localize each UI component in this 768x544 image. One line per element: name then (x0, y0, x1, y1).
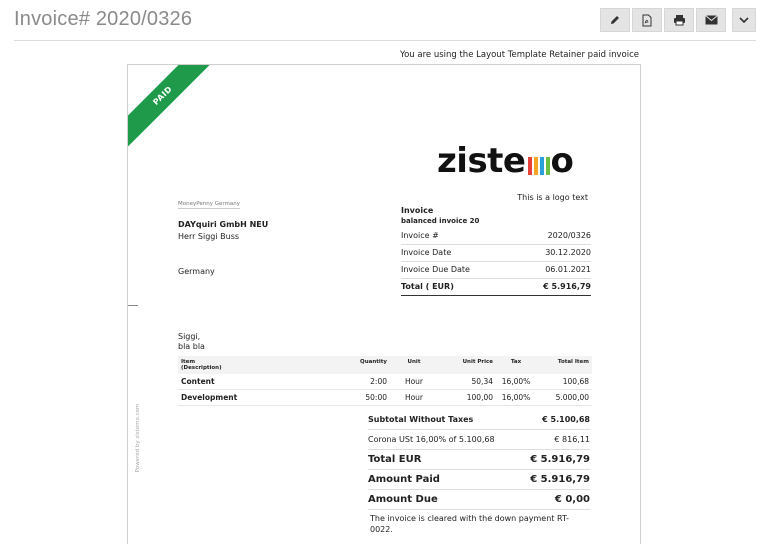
totals-value: € 0,00 (554, 494, 590, 505)
meta-value: 30.12.2020 (545, 248, 591, 257)
header-divider (14, 40, 756, 41)
meta-label: Total ( EUR) (401, 282, 454, 291)
cell-tax: 16,00% (496, 389, 536, 406)
cell-quantity: 2:00 (334, 374, 390, 390)
recipient-company: DAYquiri GmbH NEU (178, 220, 269, 229)
totals-label: Amount Paid (368, 474, 440, 485)
cell-item: Development (178, 389, 334, 406)
page-title: Invoice# 2020/0326 (14, 8, 193, 30)
logo-bars-icon (527, 157, 550, 175)
cell-total: 100,68 (536, 374, 592, 390)
recipient-country: Germany (178, 267, 215, 276)
envelope-icon (704, 15, 718, 25)
chevron-down-icon (739, 17, 749, 24)
items-header-row: Item (Description) Quantity Unit Unit Pri… (178, 356, 592, 374)
invoice-meta-total: Total ( EUR) € 5.916,79 (401, 279, 591, 296)
amount-due-row: Amount Due € 0,00 (368, 490, 590, 510)
meta-value: 2020/0326 (547, 231, 591, 240)
totals-label: Subtotal Without Taxes (368, 415, 474, 424)
recipient-address: DAYquiri GmbH NEU Herr Siggi Buss (178, 219, 268, 243)
cell-tax: 16,00% (496, 374, 536, 390)
greeting: Siggi, bla bla (178, 332, 205, 352)
cell-total: 5.000,00 (536, 389, 592, 406)
logo-text-right: o (550, 141, 574, 181)
print-icon (673, 15, 685, 26)
totals-value: € 816,11 (554, 435, 590, 444)
col-item: Item (Description) (181, 359, 222, 371)
logo-bar (533, 157, 538, 175)
total-row: Total EUR € 5.916,79 (368, 450, 590, 470)
table-row: Content 2:00 Hour 50,34 16,00% 100,68 (178, 374, 592, 390)
totals-value: € 5.916,79 (530, 454, 590, 465)
tax-row: Corona USt 16,00% of 5.100,68 € 816,11 (368, 430, 590, 450)
cell-unit: Hour (390, 374, 438, 390)
totals-label: Amount Due (368, 494, 438, 505)
template-note: You are using the Layout Template Retain… (400, 50, 639, 60)
meta-label: Invoice Date (401, 248, 452, 257)
items-table: Item (Description) Quantity Unit Unit Pri… (178, 356, 592, 406)
cell-unit-price: 50,34 (438, 374, 496, 390)
totals-value: € 5.100,68 (542, 415, 590, 424)
logo-bar (539, 157, 544, 175)
logo-bar (527, 157, 532, 175)
invoice-meta-row: Invoice Date 30.12.2020 (401, 245, 591, 262)
invoice-document: PAID ziste o This is a logo text MoneyPe… (127, 64, 641, 544)
fold-mark (128, 305, 138, 306)
meta-value: € 5.916,79 (543, 282, 591, 291)
subtotal-row: Subtotal Without Taxes € 5.100,68 (368, 410, 590, 430)
more-dropdown-button[interactable] (732, 8, 756, 32)
totals-label: Total EUR (368, 454, 422, 465)
invoice-meta-row: Invoice Due Date 06.01.2021 (401, 262, 591, 279)
print-button[interactable] (664, 8, 694, 32)
pdf-icon (642, 14, 652, 26)
cell-item: Content (178, 374, 334, 390)
greeting-line: Siggi, (178, 332, 201, 341)
recipient-contact: Herr Siggi Buss (178, 232, 240, 241)
cell-unit: Hour (390, 389, 438, 406)
header-bar: Invoice# 2020/0326 (0, 0, 768, 42)
totals-block: Subtotal Without Taxes € 5.100,68 Corona… (368, 410, 590, 510)
totals-label: Corona USt 16,00% of 5.100,68 (368, 435, 495, 444)
meta-label: Invoice Due Date (401, 265, 470, 274)
invoice-meta-row: Invoice # 2020/0326 (401, 228, 591, 245)
col-quantity: Quantity (360, 359, 387, 365)
meta-value: 06.01.2021 (545, 265, 591, 274)
company-logo: ziste o (437, 141, 574, 181)
edit-button[interactable] (600, 8, 630, 32)
invoice-heading: Invoice (401, 206, 434, 215)
greeting-line: bla bla (178, 342, 205, 351)
invoice-subheading: balanced invoice 20 (401, 217, 480, 225)
logo-caption: This is a logo text (517, 193, 588, 202)
col-total: Total Item (557, 359, 589, 365)
sender-line: MoneyPenny Germany (178, 201, 240, 209)
table-row: Development 50:00 Hour 100,00 16,00% 5.0… (178, 389, 592, 406)
col-unit-price: Unit Price (462, 359, 493, 365)
col-unit: Unit (407, 359, 421, 365)
cell-quantity: 50:00 (334, 389, 390, 406)
powered-by: Powered by zistemo.com (135, 403, 141, 473)
pencil-icon (611, 16, 619, 24)
amount-paid-row: Amount Paid € 5.916,79 (368, 470, 590, 490)
email-button[interactable] (696, 8, 726, 32)
pdf-button[interactable] (632, 8, 662, 32)
paid-ribbon: PAID (128, 65, 218, 155)
cell-unit-price: 100,00 (438, 389, 496, 406)
cleared-note: The invoice is cleared with the down pay… (370, 514, 569, 534)
totals-value: € 5.916,79 (530, 474, 590, 485)
logo-bar (545, 157, 550, 175)
meta-label: Invoice # (401, 231, 439, 240)
col-tax: Tax (510, 359, 522, 365)
logo-text-left: ziste (437, 141, 526, 181)
paid-ribbon-label: PAID (128, 65, 217, 150)
invoice-meta: Invoice # 2020/0326 Invoice Date 30.12.2… (401, 228, 591, 296)
